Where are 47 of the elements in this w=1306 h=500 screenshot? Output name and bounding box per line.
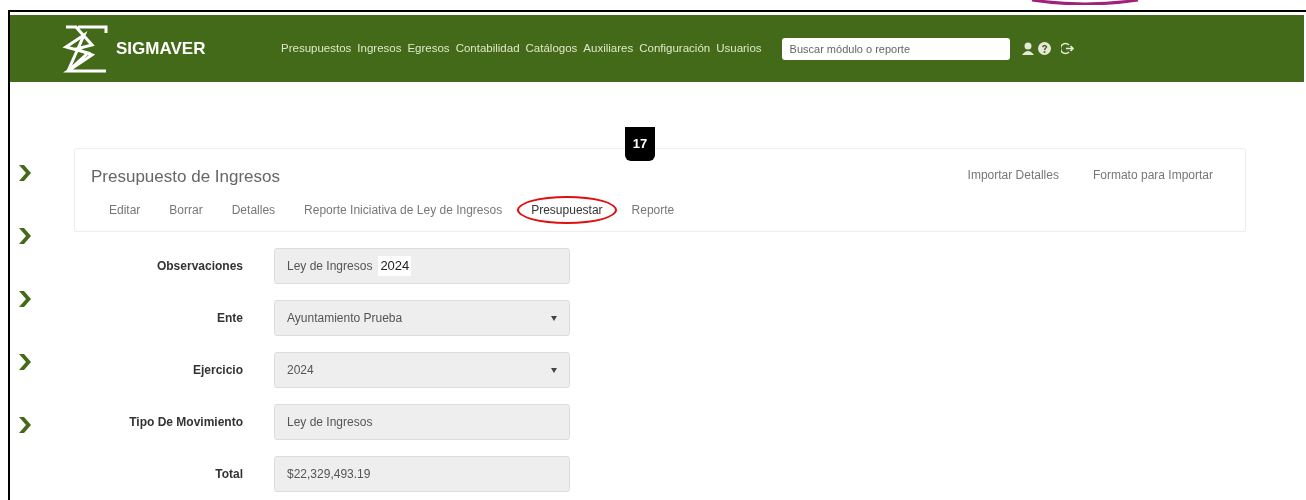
- search-field[interactable]: Buscar módulo o reporte: [781, 37, 1010, 60]
- dropdown-caret-icon: [551, 367, 557, 373]
- nav-link[interactable]: Presupuestos: [281, 39, 352, 58]
- chevron-icon[interactable]: [19, 354, 31, 370]
- input-field[interactable]: Ley de Ingresos: [274, 404, 570, 440]
- field-label: Observaciones: [155, 258, 243, 275]
- action-link[interactable]: Reporte: [617, 195, 689, 224]
- input-field[interactable]: Ley de Ingresos 2024: [274, 248, 570, 284]
- brand-name: SIGMAVER: [116, 37, 206, 60]
- nav-link[interactable]: Auxiliares: [583, 39, 634, 58]
- field-value: Ley de Ingresos: [287, 258, 373, 275]
- field-label: Tipo De Movimiento: [128, 414, 243, 431]
- sigma-logo-icon: [62, 24, 108, 73]
- chevron-icon[interactable]: [19, 228, 31, 244]
- action-link[interactable]: Editar: [95, 195, 155, 224]
- chevron-icon[interactable]: [19, 165, 31, 181]
- nav-link[interactable]: Contabilidad: [455, 39, 520, 58]
- dropdown-caret-icon: [551, 315, 557, 321]
- nav-link[interactable]: Configuración: [639, 39, 711, 58]
- help-icon[interactable]: [1037, 42, 1051, 55]
- action-link[interactable]: Detalles: [217, 195, 290, 224]
- field-value: Ayuntamiento Prueba: [287, 310, 403, 327]
- field-label: Ejercicio: [191, 362, 243, 379]
- callout-badge: 17: [625, 127, 655, 161]
- field-value: $22,329,493.19: [287, 466, 371, 483]
- field-label: Total: [214, 466, 243, 483]
- nav-link[interactable]: Catálogos: [525, 39, 578, 58]
- action-link[interactable]: Formato para Importar: [1092, 166, 1213, 231]
- field-label: Ente: [216, 310, 243, 327]
- input-field[interactable]: $22,329,493.19: [274, 456, 570, 492]
- action-link[interactable]: Importar Detalles: [967, 166, 1059, 231]
- logout-icon[interactable]: [1060, 42, 1074, 55]
- select-field[interactable]: Ayuntamiento Prueba: [274, 300, 570, 336]
- action-link[interactable]: Borrar: [155, 195, 217, 224]
- user-icon[interactable]: [1021, 42, 1034, 55]
- chevron-icon[interactable]: [19, 291, 31, 307]
- nav-link[interactable]: Egresos: [407, 39, 450, 58]
- field-value: 2024: [287, 362, 314, 379]
- nav-link[interactable]: Usuarios: [716, 39, 762, 58]
- chevron-icon[interactable]: [19, 417, 31, 433]
- panel-title: Presupuesto de Ingresos: [91, 166, 281, 188]
- nav-link[interactable]: Ingresos: [357, 39, 402, 58]
- field-value: Ley de Ingresos: [287, 414, 373, 431]
- field-value: 2024: [378, 256, 412, 276]
- select-field[interactable]: 2024: [274, 352, 570, 388]
- action-link[interactable]: Reporte Iniciativa de Ley de Ingresos: [290, 195, 517, 224]
- action-link[interactable]: Presupuestar: [517, 195, 617, 224]
